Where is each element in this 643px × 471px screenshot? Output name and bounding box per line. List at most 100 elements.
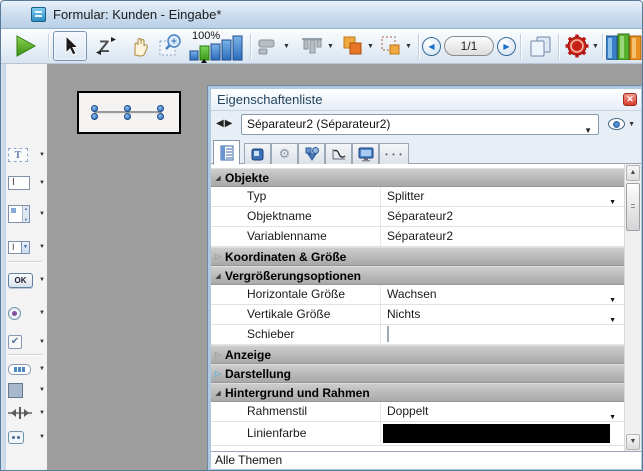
label-tool-button[interactable]: T ▼: [8, 145, 46, 165]
chevron-down-icon[interactable]: ▼: [39, 310, 45, 316]
gear-icon: ⚙: [279, 146, 291, 162]
chevron-down-icon[interactable]: ▼: [39, 339, 45, 345]
previous-page-button[interactable]: ◀: [422, 37, 441, 56]
horizontale-groesse-dropdown[interactable]: Wachsen▼: [381, 285, 624, 304]
tab-layout[interactable]: [298, 143, 325, 164]
button-tool-button[interactable]: OK ▼: [8, 270, 46, 290]
combobox-tool-button[interactable]: I▼ ▼: [8, 237, 46, 257]
chevron-down-icon[interactable]: ▼: [405, 43, 412, 50]
selection-handle[interactable]: [157, 113, 164, 120]
grid-scrollbar[interactable]: ▲ ▼: [624, 164, 641, 451]
section-anzeige[interactable]: ▷ Anzeige: [211, 345, 624, 364]
property-category-tabs: ⚙: [211, 139, 641, 164]
scroll-up-icon[interactable]: ▲: [626, 165, 640, 181]
section-vergroesserung[interactable]: ◢ Vergrößerungsoptionen: [211, 266, 624, 285]
selection-mode-button[interactable]: ▼: [378, 31, 414, 61]
splitter-tool-button[interactable]: ▼: [8, 403, 46, 423]
checkbox-tool-button[interactable]: ✔ ▼: [8, 332, 46, 352]
typ-value-dropdown[interactable]: Splitter▼: [381, 187, 624, 206]
chevron-down-icon[interactable]: ▼: [39, 410, 45, 416]
chevron-down-icon[interactable]: ▼: [628, 121, 635, 128]
toolbar-separator: [558, 34, 559, 59]
chevron-down-icon[interactable]: ▼: [283, 43, 290, 50]
books-icon: [606, 33, 643, 60]
page-indicator[interactable]: 1/1: [444, 36, 494, 56]
align-objects-button[interactable]: ▼: [254, 31, 294, 61]
zoom-level-button[interactable]: 100%: [188, 29, 248, 63]
next-page-button[interactable]: ▶: [497, 37, 516, 56]
selection-handle[interactable]: [91, 105, 98, 112]
distribute-icon: [300, 37, 324, 55]
pan-tool-button[interactable]: [124, 31, 154, 61]
expand-arrow-icon[interactable]: ▷: [211, 350, 225, 359]
section-koordinaten[interactable]: ▷ Koordinaten & Größe: [211, 247, 624, 266]
properties-panel-titlebar[interactable]: Eigenschaftenliste ✕: [211, 89, 641, 111]
chevron-down-icon[interactable]: ▼: [39, 434, 45, 440]
tab-order-icon: Z: [94, 34, 118, 58]
tab-display[interactable]: [352, 143, 379, 164]
scroll-down-icon[interactable]: ▼: [626, 434, 640, 450]
settings-button[interactable]: ▼: [562, 31, 602, 61]
object-selector-combo[interactable]: Séparateur2 (Séparateur2) ▼: [241, 114, 599, 135]
chevron-down-icon[interactable]: ▼: [327, 43, 334, 50]
palette-edge-strip: [1, 64, 6, 470]
tab-curve[interactable]: [325, 143, 352, 164]
pages-button[interactable]: [524, 31, 556, 61]
connector-tool-button[interactable]: ▼: [8, 427, 46, 447]
visibility-eye-icon[interactable]: [608, 118, 625, 130]
library-button[interactable]: [606, 31, 643, 61]
selection-handle[interactable]: [124, 113, 131, 120]
rahmenstil-dropdown[interactable]: Doppelt▼: [381, 402, 624, 421]
tab-data[interactable]: [244, 143, 271, 164]
close-icon[interactable]: ✕: [623, 93, 637, 106]
chevron-down-icon[interactable]: ▼: [367, 43, 374, 50]
tab-more[interactable]: • • •: [379, 143, 409, 164]
selection-handle[interactable]: [91, 113, 98, 120]
window-title: Formular: Kunden - Eingabe*: [53, 7, 221, 22]
radio-tool-icon: [8, 307, 21, 320]
run-form-button[interactable]: [7, 31, 43, 61]
title-bar[interactable]: Formular: Kunden - Eingabe*: [1, 1, 642, 29]
arrange-order-button[interactable]: ▼: [340, 31, 376, 61]
select-tool-button[interactable]: [53, 31, 87, 61]
tab-order-button[interactable]: Z: [91, 31, 121, 61]
collapse-arrow-icon[interactable]: ◢: [211, 272, 225, 280]
scrollbar-thumb[interactable]: [626, 183, 640, 231]
section-darstellung[interactable]: ▷ Darstellung: [211, 364, 624, 383]
properties-panel-title: Eigenschaftenliste: [217, 92, 323, 107]
panel-tool-button[interactable]: ▼: [8, 380, 46, 400]
line-color-swatch[interactable]: [383, 424, 610, 443]
toolbar-tool-button[interactable]: ▼: [8, 359, 46, 379]
chevron-down-icon[interactable]: ▼: [39, 244, 45, 250]
schieber-checkbox[interactable]: [387, 326, 389, 342]
chevron-down-icon[interactable]: ▼: [39, 180, 45, 186]
tab-options[interactable]: ⚙: [271, 143, 298, 164]
chevron-down-icon[interactable]: ▼: [39, 152, 45, 158]
zoom-tool-button[interactable]: [156, 31, 186, 61]
selection-handle[interactable]: [157, 105, 164, 112]
radio-tool-button[interactable]: ▼: [8, 303, 46, 323]
variablenname-value-field[interactable]: Séparateur2: [381, 227, 624, 246]
chevron-down-icon[interactable]: ▼: [39, 277, 45, 283]
textfield-tool-button[interactable]: I ▼: [8, 173, 46, 193]
vertikale-groesse-dropdown[interactable]: Nichts▼: [381, 305, 624, 324]
section-hintergrund-rahmen[interactable]: ◢ Hintergrund und Rahmen: [211, 383, 624, 402]
chevron-down-icon[interactable]: ▼: [39, 366, 45, 372]
collapse-arrow-icon[interactable]: ◢: [211, 174, 225, 182]
toolbar-separator: [418, 34, 419, 59]
objektname-value-field[interactable]: Séparateur2: [381, 207, 624, 226]
collapse-arrow-icon[interactable]: ◢: [211, 389, 225, 397]
expand-arrow-icon[interactable]: ▷: [211, 252, 225, 261]
chevron-down-icon[interactable]: ▼: [584, 121, 592, 140]
monitor-icon: [358, 147, 374, 162]
listbox-tool-button[interactable]: ▲▼ ▼: [8, 203, 46, 225]
chevron-down-icon[interactable]: ▼: [39, 387, 45, 393]
distribute-objects-button[interactable]: ▼: [295, 31, 339, 61]
chevron-down-icon[interactable]: ▼: [39, 211, 45, 217]
section-objekte[interactable]: ◢ Objekte: [211, 168, 624, 187]
expand-arrow-icon[interactable]: ▷: [211, 369, 225, 378]
selection-handle[interactable]: [124, 105, 131, 112]
tab-property-list[interactable]: [213, 140, 240, 165]
chevron-down-icon[interactable]: ▼: [592, 43, 599, 50]
object-prev-next-buttons[interactable]: ◀▶: [216, 118, 233, 129]
